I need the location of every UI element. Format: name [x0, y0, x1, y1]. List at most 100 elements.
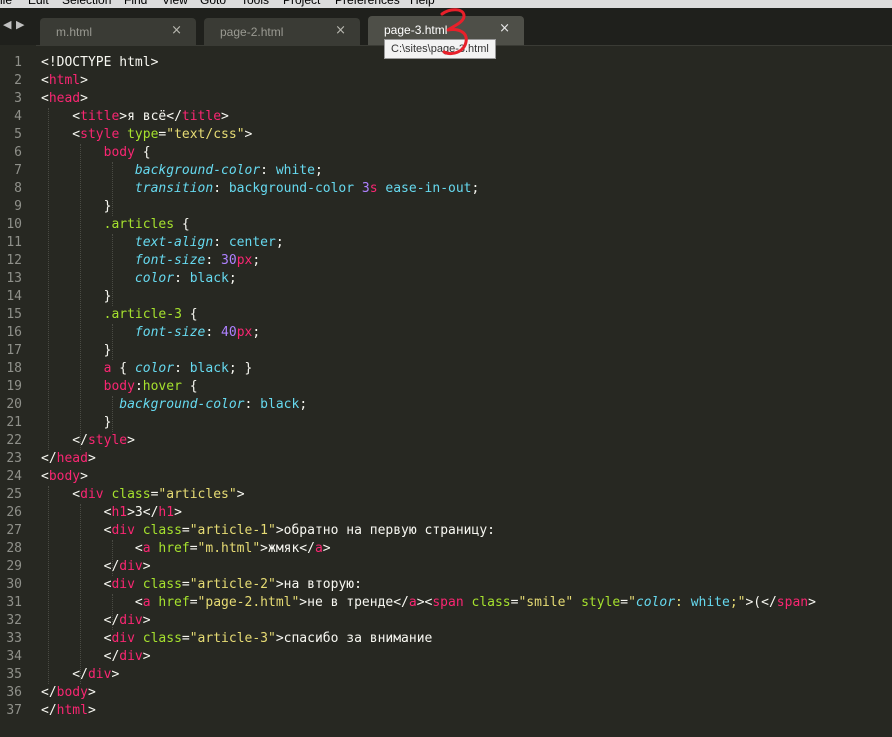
code-token: < [41, 487, 81, 502]
indent-guide [112, 540, 114, 576]
tab-m-html[interactable]: m.html × [40, 18, 196, 45]
code-token: div [119, 559, 143, 574]
menu-item[interactable]: Tools [241, 0, 269, 7]
line-number: 15 [6, 307, 22, 322]
code-token: { [174, 217, 190, 232]
code-token: >я всё</ [119, 109, 182, 124]
line-number: 8 [14, 181, 22, 196]
code-line: background-color: white; [41, 162, 323, 180]
code-token: body [103, 379, 135, 394]
menu-item[interactable]: Edit [28, 0, 49, 7]
code-token: = [181, 577, 190, 592]
code-token: = [620, 595, 629, 610]
menu-item[interactable]: View [162, 0, 188, 7]
code-token: 3 [361, 181, 370, 196]
tab-page-2-html[interactable]: page-2.html × [204, 18, 360, 45]
menu-item[interactable]: Selection [62, 0, 111, 7]
code-token: 40 [221, 325, 237, 340]
code-token: "page-2.html" [197, 595, 300, 610]
code-token: text-align [134, 235, 214, 250]
tab-scroll-right-icon[interactable]: ▶ [16, 18, 24, 31]
tab-scroll-left-icon[interactable]: ◀ [3, 18, 11, 31]
code-token: > [236, 487, 245, 502]
code-token: >< [416, 595, 433, 610]
code-line: </div> [41, 558, 151, 576]
menu-item[interactable]: Goto [200, 0, 226, 7]
line-number: 30 [6, 577, 22, 592]
line-number: 36 [6, 685, 22, 700]
tab-label: page-2.html [220, 25, 284, 39]
line-number: 21 [6, 415, 22, 430]
line-number: 31 [6, 595, 22, 610]
line-number: 32 [6, 613, 22, 628]
line-number: 37 [6, 703, 22, 718]
menu-item[interactable]: Preferences [335, 0, 400, 7]
code-line: text-align: center; [41, 234, 284, 252]
indent-guide [112, 396, 114, 432]
code-token: > [87, 685, 96, 700]
code-line: color: black; [41, 270, 237, 288]
code-token: <!DOCTYPE html> [41, 55, 159, 70]
menu-item[interactable]: Find [124, 0, 147, 7]
code-token: < [41, 109, 81, 124]
code-line: <a href="page-2.html">не в тренде</a><sp… [41, 594, 816, 612]
code-token: >не в тренде</ [299, 595, 409, 610]
code-line: <div class="articles"> [41, 486, 245, 504]
line-number: 22 [6, 433, 22, 448]
close-icon[interactable]: × [171, 23, 182, 38]
code-token: " [628, 595, 636, 610]
line-number: 2 [14, 73, 22, 88]
code-token: < [41, 577, 112, 592]
code-token: } [41, 289, 112, 304]
close-icon[interactable]: × [499, 21, 510, 36]
code-token: hover [142, 379, 182, 394]
code-line: .article-3 { [41, 306, 198, 324]
code-line: font-size: 40px; [41, 324, 260, 342]
line-number: 13 [6, 271, 22, 286]
code-token: > [127, 433, 135, 448]
line-number: 28 [6, 541, 22, 556]
code-token: < [41, 127, 81, 142]
code-token: > [87, 703, 96, 718]
code-line: </div> [41, 648, 151, 666]
code-token: < [41, 631, 112, 646]
menu-item[interactable]: ile [0, 0, 12, 7]
code-token: white [690, 595, 730, 610]
code-token: color [134, 271, 175, 286]
code-token: h1 [111, 505, 128, 520]
code-line: <h1>3</h1> [41, 504, 182, 522]
code-line: </div> [41, 612, 151, 630]
code-token: = [189, 541, 198, 556]
code-token: : [205, 325, 222, 340]
close-icon[interactable]: × [335, 23, 346, 38]
code-token: = [181, 631, 190, 646]
code-line: } [41, 414, 112, 432]
code-token: div [87, 667, 112, 682]
code-token: < [41, 523, 112, 538]
menu-item[interactable]: Help [410, 0, 435, 7]
code-token: { [181, 379, 198, 394]
code-token: : [174, 271, 190, 286]
code-line: </head> [41, 450, 96, 468]
code-line: } [41, 342, 112, 360]
menu-item[interactable]: Project [283, 0, 320, 7]
code-token: : [213, 181, 229, 196]
line-number: 16 [6, 325, 22, 340]
code-token: ; [275, 235, 284, 250]
code-token: a [142, 541, 151, 556]
code-token: > [142, 559, 151, 574]
code-token: >3</ [127, 505, 159, 520]
line-number: 1 [14, 55, 22, 70]
code-token: font-size [134, 325, 206, 340]
code-token: </ [41, 451, 57, 466]
code-token: < [41, 505, 112, 520]
indent-guide [48, 108, 50, 450]
